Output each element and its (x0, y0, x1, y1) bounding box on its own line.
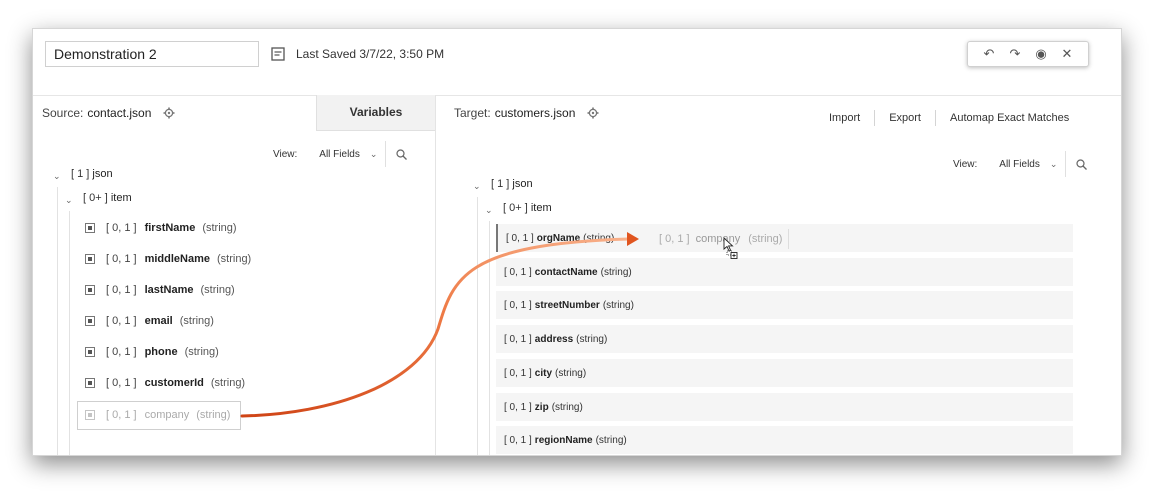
mapping-arrow (240, 232, 639, 418)
mapping-editor: Demonstration 2 Last Saved 3/7/22, 3:50 … (32, 28, 1122, 456)
